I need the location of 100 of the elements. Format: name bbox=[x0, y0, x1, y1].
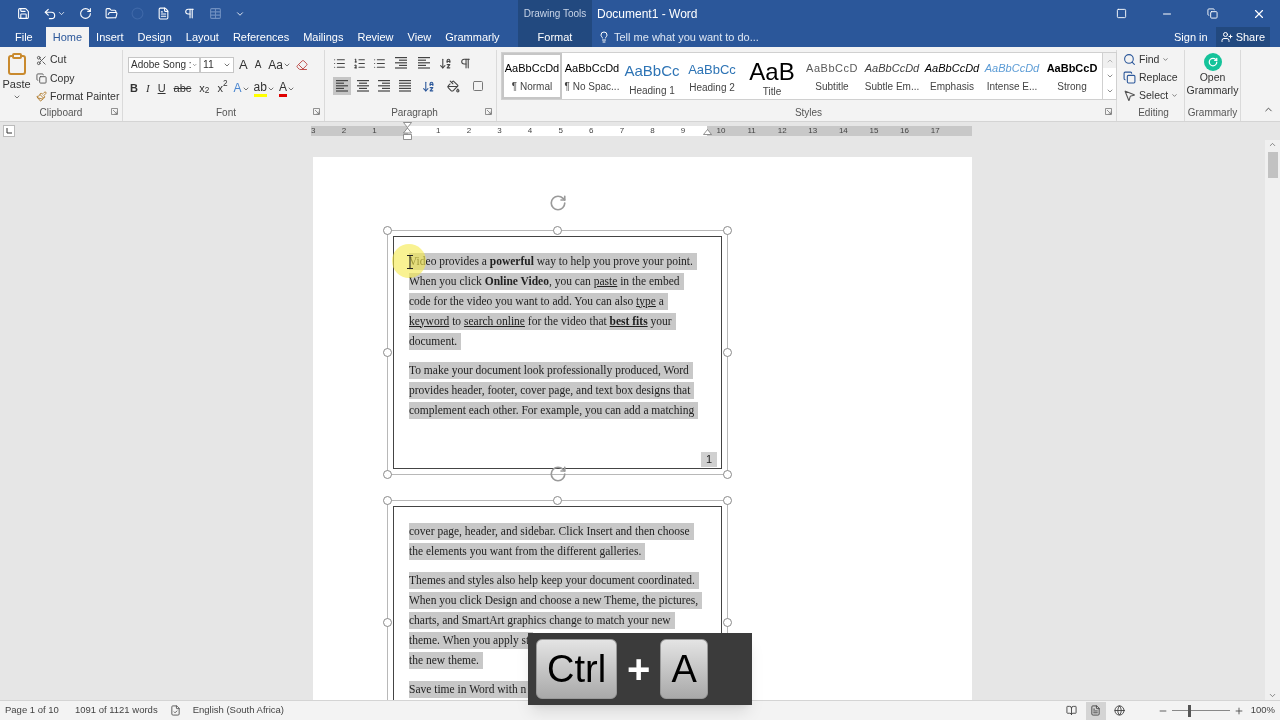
style-gallery-item[interactable]: AaBbCcDd Emphasis bbox=[922, 53, 982, 99]
resize-handle[interactable] bbox=[723, 618, 732, 627]
align-button[interactable] bbox=[354, 77, 372, 95]
resize-handle[interactable] bbox=[723, 470, 732, 479]
style-gallery-item[interactable]: AaBbCcDd ¶ No Spac... bbox=[562, 53, 622, 99]
editing-button[interactable]: Find bbox=[1123, 51, 1184, 68]
numbering-icon[interactable] bbox=[353, 56, 366, 70]
undo-icon[interactable] bbox=[43, 6, 57, 21]
rotate-handle-icon[interactable] bbox=[549, 194, 567, 212]
format-button[interactable]: abc bbox=[171, 80, 194, 97]
resize-handle[interactable] bbox=[383, 496, 392, 505]
format-button[interactable]: x$_{2}$ bbox=[197, 80, 212, 97]
clipboard-item[interactable]: Cut bbox=[36, 52, 120, 69]
share-button[interactable]: Share bbox=[1215, 27, 1270, 47]
dialog-launcher-icon[interactable] bbox=[1105, 108, 1112, 115]
ribbon-tab[interactable]: File bbox=[8, 27, 40, 47]
tab-selector[interactable] bbox=[3, 125, 15, 137]
indent-marker-icon[interactable] bbox=[403, 122, 412, 140]
scroll-thumb[interactable] bbox=[1267, 152, 1278, 178]
ribbon-tab[interactable]: Layout bbox=[178, 27, 226, 47]
zoom-in-icon[interactable] bbox=[1233, 705, 1244, 716]
zoom-slider[interactable] bbox=[1171, 704, 1230, 717]
ribbon-tab[interactable]: View bbox=[400, 27, 439, 47]
font-size-tool[interactable]: A bbox=[252, 57, 264, 73]
font-name-field[interactable]: Adobe Song : bbox=[128, 56, 200, 73]
dialog-launcher-icon[interactable] bbox=[313, 108, 320, 115]
resize-handle[interactable] bbox=[383, 470, 392, 479]
font-size-field[interactable]: 11 bbox=[200, 56, 234, 73]
dialog-launcher-icon[interactable] bbox=[485, 108, 492, 115]
style-gallery-item[interactable]: AaBbCc Heading 2 bbox=[682, 53, 742, 99]
ribbon-tab[interactable]: References bbox=[225, 27, 297, 47]
resize-handle[interactable] bbox=[553, 496, 562, 505]
resize-handle[interactable] bbox=[553, 226, 562, 235]
save-icon[interactable] bbox=[17, 7, 30, 20]
dialog-launcher-icon[interactable] bbox=[111, 108, 118, 115]
restore-icon[interactable] bbox=[1207, 8, 1218, 19]
right-indent-icon[interactable] bbox=[703, 129, 712, 135]
view-button[interactable] bbox=[1085, 701, 1106, 720]
color-tool[interactable]: A bbox=[233, 82, 250, 95]
ribbon-display-icon[interactable] bbox=[1116, 8, 1127, 19]
style-gallery-item[interactable]: AaBbCcD Strong bbox=[1042, 53, 1102, 99]
style-gallery-item[interactable]: AaBbCcDd Intense E... bbox=[982, 53, 1042, 99]
vertical-scrollbar[interactable] bbox=[1265, 140, 1280, 700]
align-button[interactable] bbox=[375, 77, 393, 95]
redo-icon[interactable] bbox=[79, 7, 92, 20]
page-count[interactable]: Page 1 of 10 bbox=[5, 703, 59, 718]
resize-handle[interactable] bbox=[723, 226, 732, 235]
proofing-icon[interactable] bbox=[169, 705, 181, 716]
open-grammarly-button[interactable]: Open Grammarly bbox=[1185, 50, 1240, 105]
rotate-handle-icon[interactable] bbox=[549, 465, 567, 483]
style-gallery-item[interactable]: AaBbCcDd Subtle Em... bbox=[862, 53, 922, 99]
paragraph-icon[interactable] bbox=[183, 7, 196, 20]
ribbon-tab[interactable]: Design bbox=[130, 27, 179, 47]
resize-handle[interactable] bbox=[383, 348, 392, 357]
paragraph-mark-icon[interactable] bbox=[459, 56, 472, 70]
style-gallery-item[interactable]: AaBbCcD Subtitle bbox=[802, 53, 862, 99]
clear-format-icon[interactable] bbox=[296, 58, 309, 71]
zoom-level[interactable]: 100% bbox=[1250, 703, 1275, 718]
table-icon[interactable] bbox=[209, 7, 222, 20]
clipboard-item[interactable]: Copy bbox=[36, 70, 120, 87]
ribbon-tab[interactable]: Mailings bbox=[296, 27, 351, 47]
resize-handle[interactable] bbox=[723, 348, 732, 357]
color-tool[interactable]: ab bbox=[253, 80, 275, 97]
scroll-down-icon[interactable] bbox=[1268, 691, 1277, 700]
shading-icon[interactable] bbox=[447, 79, 460, 93]
clipboard-item[interactable]: Format Painter bbox=[36, 88, 120, 105]
resize-handle[interactable] bbox=[383, 618, 392, 627]
scroll-up-icon[interactable] bbox=[1268, 140, 1277, 149]
ribbon-tab[interactable]: Grammarly bbox=[438, 27, 507, 47]
color-tool[interactable]: A bbox=[278, 80, 295, 97]
sign-in-link[interactable]: Sign in bbox=[1166, 27, 1216, 47]
format-button[interactable]: I bbox=[143, 80, 152, 97]
format-button[interactable]: B bbox=[128, 80, 140, 97]
folder-icon[interactable] bbox=[105, 7, 118, 20]
editing-button[interactable]: Select bbox=[1123, 87, 1184, 104]
resize-handle[interactable] bbox=[383, 226, 392, 235]
document-icon[interactable] bbox=[157, 7, 170, 20]
bullets-icon[interactable] bbox=[333, 56, 346, 70]
style-gallery-item[interactable]: AaB Title bbox=[742, 53, 802, 99]
font-size-tool[interactable]: Aa bbox=[266, 55, 294, 74]
caret-icon[interactable] bbox=[57, 9, 66, 18]
style-gallery-item[interactable]: AaBbCcDd ¶ Normal bbox=[502, 53, 562, 99]
font-size-tool[interactable]: A bbox=[237, 55, 250, 75]
ribbon-tab[interactable]: Format bbox=[518, 27, 592, 47]
multilevel-list-icon[interactable] bbox=[373, 56, 386, 70]
align-button[interactable] bbox=[333, 77, 351, 95]
borders-icon[interactable] bbox=[472, 80, 484, 92]
ribbon-tab[interactable]: Insert bbox=[89, 27, 131, 47]
sort-icon[interactable] bbox=[439, 56, 452, 70]
word-count[interactable]: 1091 of 1121 words bbox=[74, 703, 158, 718]
format-button[interactable]: x$^{2}$ bbox=[215, 80, 230, 97]
editing-button[interactable]: Replace bbox=[1123, 69, 1184, 86]
style-gallery-item[interactable]: AaBbCc Heading 1 bbox=[622, 53, 682, 99]
ribbon-tab[interactable]: Review bbox=[350, 27, 401, 47]
format-button[interactable]: U bbox=[155, 80, 168, 97]
resize-handle[interactable] bbox=[723, 496, 732, 505]
align-button[interactable] bbox=[396, 77, 414, 95]
ribbon-tab[interactable]: Home bbox=[45, 27, 90, 47]
paste-button[interactable]: Paste bbox=[0, 50, 33, 105]
tell-me-field[interactable]: Tell me what you want to do... bbox=[598, 27, 774, 47]
